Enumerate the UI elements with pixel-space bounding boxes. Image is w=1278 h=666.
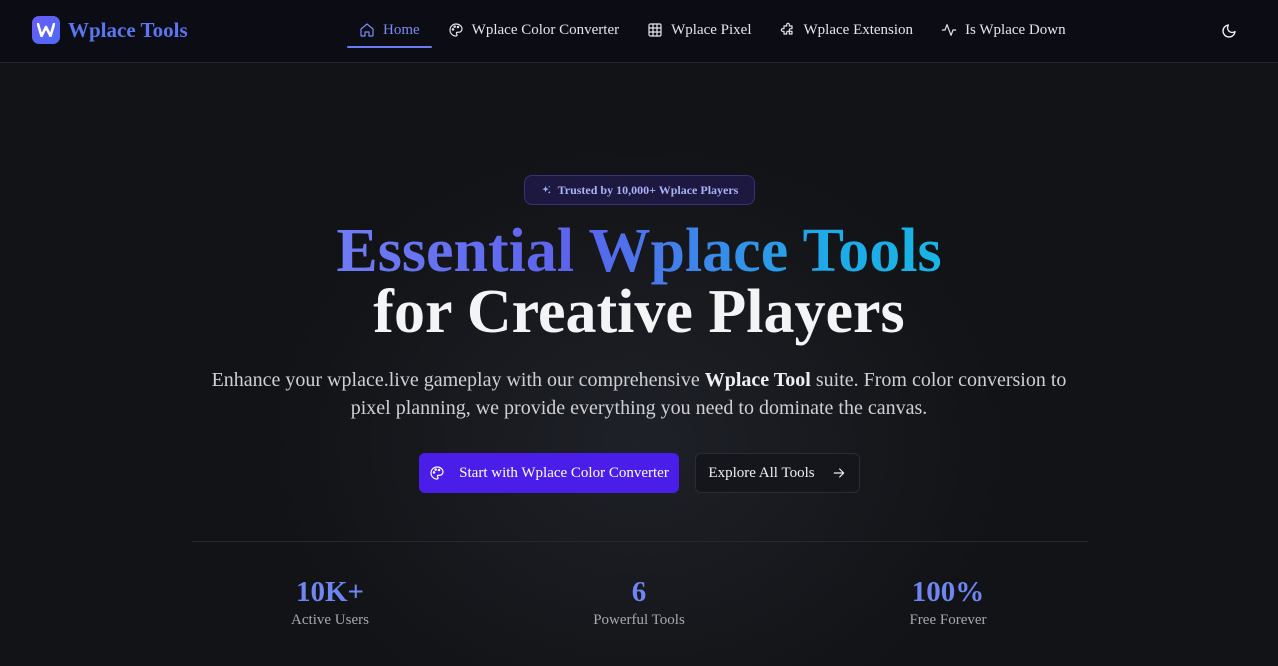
nav-item-is-down[interactable]: Is Wplace Down	[929, 12, 1078, 48]
nav-label-home: Home	[383, 21, 420, 38]
moon-icon	[1222, 24, 1236, 38]
lead-text-start: Enhance your wplace.live gameplay with o…	[211, 369, 705, 391]
nav-item-home[interactable]: Home	[347, 12, 432, 48]
primary-button-label: Start with Wplace Color Converter	[459, 464, 669, 481]
hero-title-line1: Essential Wplace Tools	[0, 217, 1278, 285]
stat-label: Free Forever	[909, 612, 987, 628]
stat-label: Active Users	[291, 612, 369, 628]
activity-icon	[941, 24, 957, 36]
brand-logo-link[interactable]: Wplace Tools	[32, 16, 188, 44]
home-icon	[360, 23, 374, 37]
stat-active-users: 10K+ Active Users	[230, 574, 430, 630]
stat-value: 10K+	[295, 576, 365, 608]
secondary-button-label: Explore All Tools	[708, 464, 815, 481]
top-navbar: Wplace Tools Home Wplace Color Converter…	[0, 0, 1278, 63]
nav-label-color-converter: Wplace Color Converter	[471, 21, 620, 38]
explore-all-tools-button[interactable]: Explore All Tools	[695, 453, 860, 493]
brand-name: Wplace Tools	[68, 17, 188, 42]
grid-icon	[648, 23, 662, 37]
sparkles-icon	[542, 185, 551, 194]
nav-label-extension: Wplace Extension	[803, 21, 914, 38]
main-nav: Home Wplace Color Converter Wplace Pixel…	[347, 12, 1082, 48]
nav-item-extension[interactable]: Wplace Extension	[768, 12, 926, 48]
nav-item-color-converter[interactable]: Wplace Color Converter	[436, 12, 631, 48]
lead-text-bold: Wplace Tool	[704, 369, 811, 391]
nav-label-is-down: Is Wplace Down	[965, 21, 1066, 38]
stats-divider	[192, 541, 1088, 542]
theme-toggle-button[interactable]	[1216, 18, 1242, 44]
stat-value: 6	[631, 576, 647, 608]
arrow-right-icon	[833, 468, 844, 478]
stat-value: 100%	[911, 576, 985, 608]
stat-free-forever: 100% Free Forever	[848, 574, 1048, 630]
hero-description: Enhance your wplace.live gameplay with o…	[200, 366, 1078, 422]
palette-icon	[430, 466, 444, 480]
logo-w-icon	[32, 16, 60, 44]
hero-title-gradient: Essential Wplace Tools	[336, 217, 942, 285]
puzzle-icon	[780, 22, 793, 35]
start-color-converter-button[interactable]: Start with Wplace Color Converter	[419, 453, 679, 493]
nav-label-pixel: Wplace Pixel	[671, 21, 752, 38]
nav-item-pixel[interactable]: Wplace Pixel	[635, 12, 763, 48]
trusted-badge: Trusted by 10,000+ Wplace Players	[524, 175, 755, 205]
palette-icon	[449, 23, 463, 37]
stat-powerful-tools: 6 Powerful Tools	[539, 574, 739, 630]
hero-title-line2: for Creative Players	[373, 278, 905, 346]
badge-text: Trusted by 10,000+ Wplace Players	[557, 182, 739, 197]
stat-label: Powerful Tools	[593, 612, 685, 628]
